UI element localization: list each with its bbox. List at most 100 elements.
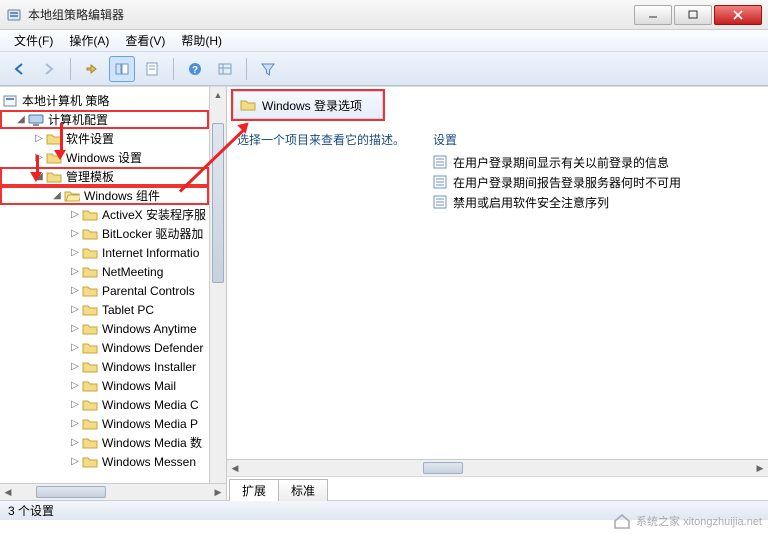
expand-icon[interactable]: ▷	[68, 304, 82, 315]
description-column: 选择一个项目来查看它的描述。	[237, 125, 413, 455]
tree-child-item[interactable]: ▷ Windows Defender	[0, 338, 209, 357]
collapse-icon[interactable]: ◢	[50, 190, 64, 201]
tree-label: Internet Informatio	[102, 246, 209, 260]
tree-label: Parental Controls	[102, 284, 209, 298]
expand-icon[interactable]: ▷	[68, 228, 82, 239]
expand-icon[interactable]: ▷	[32, 133, 46, 144]
policy-tree[interactable]: 本地计算机 策略 ◢ 计算机配置 ▷ 软件设置 ▷ Windows 设置 ◢ 管…	[0, 87, 209, 483]
tree-child-item[interactable]: ▷ Parental Controls	[0, 281, 209, 300]
minimize-button[interactable]	[634, 5, 672, 25]
forward-button[interactable]	[36, 56, 62, 82]
scroll-right-arrow[interactable]: ▶	[752, 460, 768, 476]
tree-child-item[interactable]: ▷Windows Mail	[0, 376, 209, 395]
expand-icon[interactable]: ▷	[68, 323, 82, 334]
scroll-left-arrow[interactable]: ◀	[227, 460, 243, 476]
setting-item[interactable]: 在用户登录期间报告登录服务器何时不可用	[433, 172, 758, 192]
toolbar-separator	[173, 58, 174, 80]
svg-text:?: ?	[192, 65, 198, 76]
menu-file[interactable]: 文件(F)	[6, 32, 61, 49]
setting-item[interactable]: 在用户登录期间显示有关以前登录的信息	[433, 152, 758, 172]
view-tabs: 扩展 标准	[227, 476, 768, 500]
folder-icon	[82, 321, 98, 337]
scroll-right-arrow[interactable]: ▶	[210, 484, 226, 500]
tree-child-item[interactable]: ▷Windows Media P	[0, 414, 209, 433]
tree-root-label: 本地计算机 策略	[22, 92, 209, 109]
content-horizontal-scrollbar[interactable]: ◀ ▶	[227, 459, 768, 476]
tree-child-item[interactable]: ▷ Windows Installer	[0, 357, 209, 376]
tree-child-item[interactable]: ▷Windows Media C	[0, 395, 209, 414]
expand-icon[interactable]: ▷	[68, 437, 82, 448]
tab-extended[interactable]: 扩展	[229, 479, 279, 501]
close-button[interactable]	[714, 5, 762, 25]
scroll-thumb[interactable]	[423, 462, 463, 474]
tree-windows-components[interactable]: ◢ Windows 组件	[0, 186, 209, 205]
expand-icon[interactable]: ▷	[68, 266, 82, 277]
folder-icon	[82, 207, 98, 223]
expand-icon[interactable]: ▷	[68, 456, 82, 467]
tree-computer-config[interactable]: ◢ 计算机配置	[0, 110, 209, 129]
folder-icon	[82, 302, 98, 318]
tree-child-item[interactable]: ▷Windows Media 数	[0, 433, 209, 452]
folder-icon	[82, 226, 98, 242]
expand-icon[interactable]: ▷	[68, 247, 82, 258]
folder-icon	[82, 283, 98, 299]
scroll-thumb[interactable]	[36, 486, 106, 498]
main-pane: 本地计算机 策略 ◢ 计算机配置 ▷ 软件设置 ▷ Windows 设置 ◢ 管…	[0, 86, 768, 500]
setting-item[interactable]: 禁用或启用软件安全注意序列	[433, 192, 758, 212]
tree-child-item[interactable]: ▷Windows Anytime	[0, 319, 209, 338]
settings-column-header[interactable]: 设置	[433, 125, 758, 152]
maximize-button[interactable]	[674, 5, 712, 25]
folder-icon	[82, 397, 98, 413]
scroll-up-arrow[interactable]: ▲	[210, 87, 226, 103]
menu-view[interactable]: 查看(V)	[117, 32, 173, 49]
collapse-icon[interactable]: ◢	[14, 114, 28, 125]
policy-icon	[433, 155, 447, 169]
folder-icon	[82, 454, 98, 470]
tree-child-item[interactable]: ▷ Internet Informatio	[0, 243, 209, 262]
setting-label: 禁用或启用软件安全注意序列	[453, 194, 609, 211]
help-button[interactable]: ?	[182, 56, 208, 82]
menu-help[interactable]: 帮助(H)	[173, 32, 230, 49]
window-buttons	[632, 5, 762, 25]
scroll-left-arrow[interactable]: ◀	[0, 484, 16, 500]
filter-button[interactable]	[255, 56, 281, 82]
expand-icon[interactable]: ▷	[68, 285, 82, 296]
tree-root[interactable]: 本地计算机 策略	[0, 91, 209, 110]
tree-label: Windows 设置	[66, 149, 209, 166]
expand-icon[interactable]: ▷	[68, 361, 82, 372]
tree-windows-settings[interactable]: ▷ Windows 设置	[0, 148, 209, 167]
tree-child-item[interactable]: ▷Tablet PC	[0, 300, 209, 319]
tree-label: 软件设置	[66, 130, 209, 147]
tree-label: Windows Messen	[102, 455, 209, 469]
folder-icon	[82, 435, 98, 451]
policy-icon	[433, 175, 447, 189]
status-bar: 3 个设置	[0, 500, 768, 520]
properties-button[interactable]	[139, 56, 165, 82]
back-button[interactable]	[6, 56, 32, 82]
expand-icon[interactable]: ▷	[68, 399, 82, 410]
toolbar-separator	[70, 58, 71, 80]
folder-icon	[46, 169, 62, 185]
tree-child-item[interactable]: ▷ Windows Messen	[0, 452, 209, 471]
settings-list: 在用户登录期间显示有关以前登录的信息 在用户登录期间报告登录服务器何时不可用 禁…	[433, 152, 758, 212]
tree-label: NetMeeting	[102, 265, 209, 279]
expand-icon[interactable]: ▷	[68, 342, 82, 353]
expand-icon[interactable]: ▷	[68, 418, 82, 429]
up-one-level-button[interactable]	[79, 56, 105, 82]
tree-child-item[interactable]: ▷ NetMeeting	[0, 262, 209, 281]
expand-icon[interactable]: ▷	[32, 152, 46, 163]
show-hide-tree-button[interactable]	[109, 56, 135, 82]
expand-icon[interactable]: ▷	[68, 380, 82, 391]
annotation-arrow	[60, 123, 63, 153]
tree-child-item[interactable]: ▷BitLocker 驱动器加	[0, 224, 209, 243]
expand-icon[interactable]: ▷	[68, 209, 82, 220]
options-icon[interactable]	[212, 56, 238, 82]
menu-action[interactable]: 操作(A)	[61, 32, 117, 49]
tab-standard[interactable]: 标准	[278, 479, 328, 501]
tree-software-settings[interactable]: ▷ 软件设置	[0, 129, 209, 148]
tree-horizontal-scrollbar[interactable]: ◀ ▶	[0, 483, 226, 500]
tree-pane: 本地计算机 策略 ◢ 计算机配置 ▷ 软件设置 ▷ Windows 设置 ◢ 管…	[0, 87, 227, 500]
tree-child-item[interactable]: ▷ActiveX 安装程序服	[0, 205, 209, 224]
tree-label: Windows Defender	[102, 341, 209, 355]
tree-label: Windows Installer	[102, 360, 209, 374]
